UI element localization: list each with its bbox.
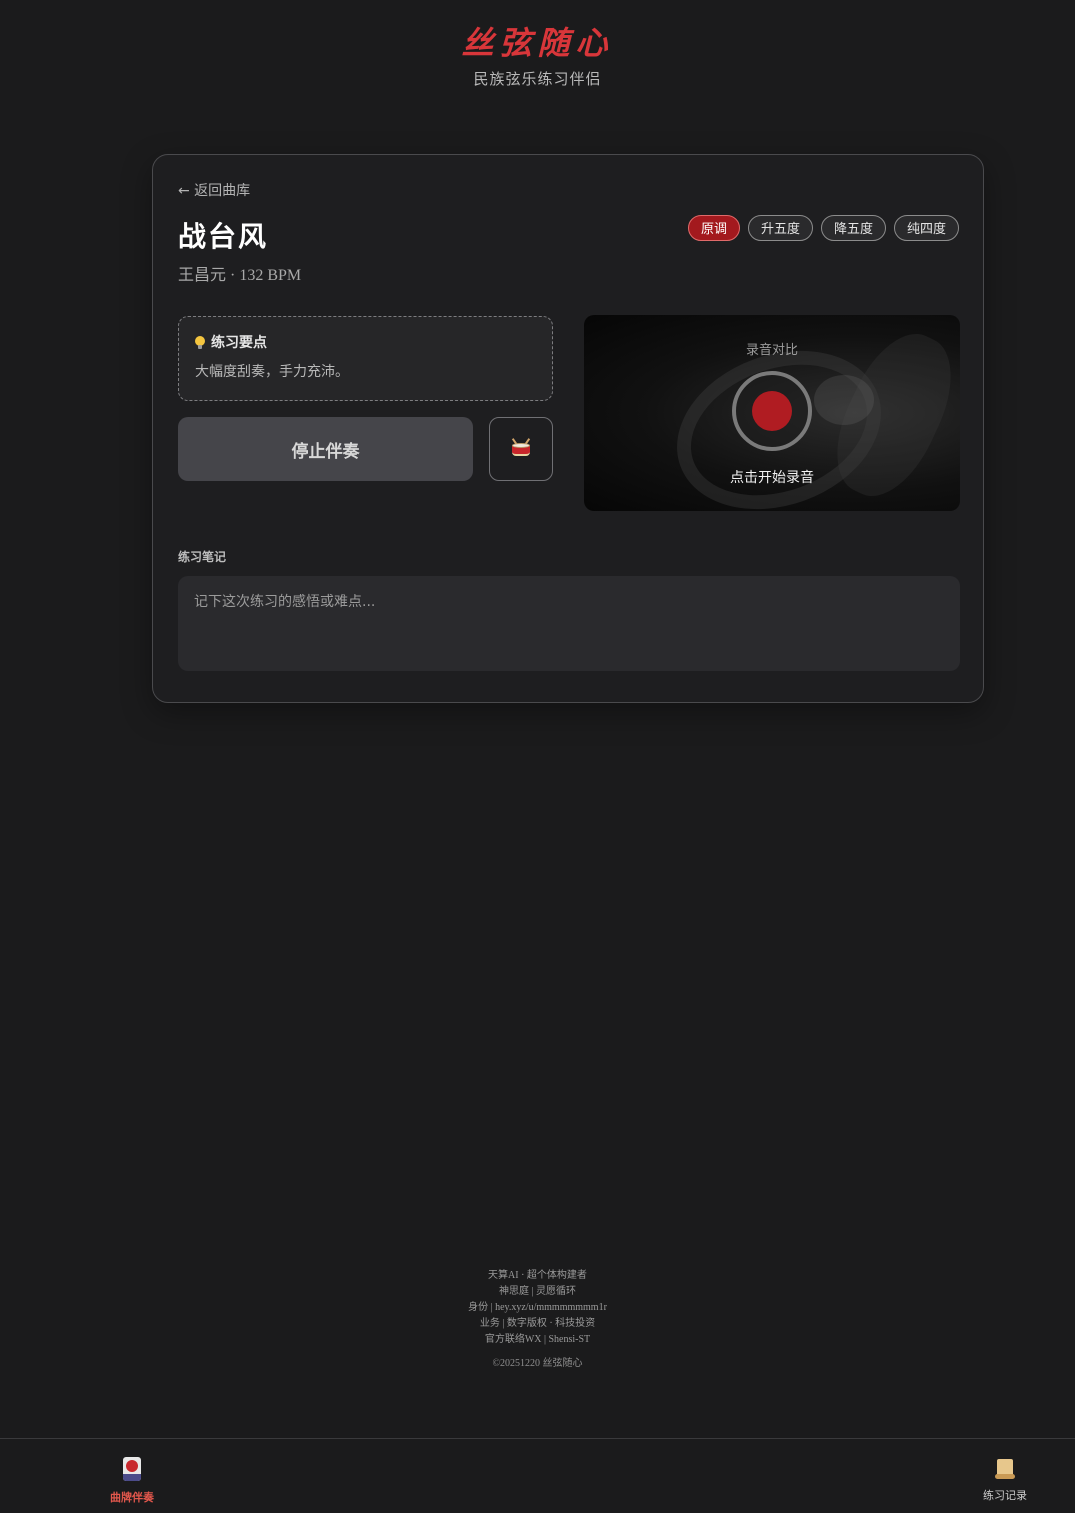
drum-icon [511, 438, 531, 457]
nav-item-accompaniment[interactable]: 曲牌伴奏 [92, 1457, 172, 1505]
footer-copyright: ©20251220 丝弦随心 [492, 1358, 583, 1369]
song-card: ← 返回曲库 战台风 王昌元 · 132 BPM 原调 升五度 降五度 纯四度 … [152, 154, 984, 703]
app-header: 丝弦随心 民族弦乐练习伴侣 [0, 22, 1075, 89]
key-pill-down-fifth[interactable]: 降五度 [820, 215, 886, 241]
nav-item-label: 练习记录 [983, 1489, 1027, 1502]
footer-line: 神思庭 | 灵愿循环 [498, 1286, 576, 1297]
nav-item-practice-log[interactable]: 练习记录 [965, 1457, 1045, 1503]
key-pill-original[interactable]: 原调 [687, 215, 740, 241]
footer-line: 官方联络WX | Shensi-ST [484, 1334, 591, 1345]
app-logo: 丝弦随心 [461, 24, 614, 62]
key-pill-up-fifth[interactable]: 升五度 [747, 215, 813, 241]
card-icon [123, 1457, 141, 1481]
drum-button[interactable] [489, 417, 553, 481]
key-pill-perfect-fourth[interactable]: 纯四度 [893, 215, 959, 241]
recording-compare-label: 录音对比 [745, 343, 798, 358]
lightbulb-icon [195, 335, 205, 349]
key-selector: 原调 升五度 降五度 纯四度 [687, 215, 959, 241]
record-dot-icon [752, 391, 792, 431]
practice-tips-box: 练习要点 大幅度刮奏，手力充沛。 [178, 316, 553, 401]
app-root: 丝弦随心 民族弦乐练习伴侣 ← 返回曲库 战台风 王昌元 · 132 BPM 原… [0, 0, 1075, 1513]
stop-accompaniment-button[interactable]: 停止伴奏 [178, 417, 473, 481]
footer-line: 天算AI · 超个体构建者 [488, 1270, 587, 1281]
footer-line: 业务 | 数字版权 · 科技投资 [479, 1318, 596, 1329]
recording-panel: 录音对比 点击开始录音 [584, 315, 960, 511]
record-cta-text: 点击开始录音 [730, 470, 814, 486]
nav-item-label: 曲牌伴奏 [110, 1491, 154, 1504]
practice-tips-title: 练习要点 [211, 335, 267, 351]
bottom-nav: 曲牌伴奏 练习记录 [0, 1438, 1075, 1513]
back-to-library-link[interactable]: ← 返回曲库 [178, 180, 250, 200]
song-meta: 王昌元 · 132 BPM [178, 267, 302, 284]
notes-label: 练习笔记 [178, 550, 227, 564]
practice-notes-textarea[interactable] [178, 576, 960, 671]
record-button[interactable] [732, 371, 812, 451]
song-title: 战台风 [178, 220, 269, 253]
background-decoration [814, 375, 874, 425]
practice-tips-heading: 练习要点 [195, 332, 536, 352]
practice-tips-text: 大幅度刮奏，手力充沛。 [195, 364, 349, 380]
scroll-icon [995, 1457, 1015, 1479]
page-footer: 天算AI · 超个体构建者 神思庭 | 灵愿循环 身份 | hey.xyz/u/… [0, 1268, 1075, 1372]
app-subtitle: 民族弦乐练习伴侣 [473, 70, 602, 88]
footer-line: 身份 | hey.xyz/u/mmmmmmmm1r [468, 1302, 607, 1313]
